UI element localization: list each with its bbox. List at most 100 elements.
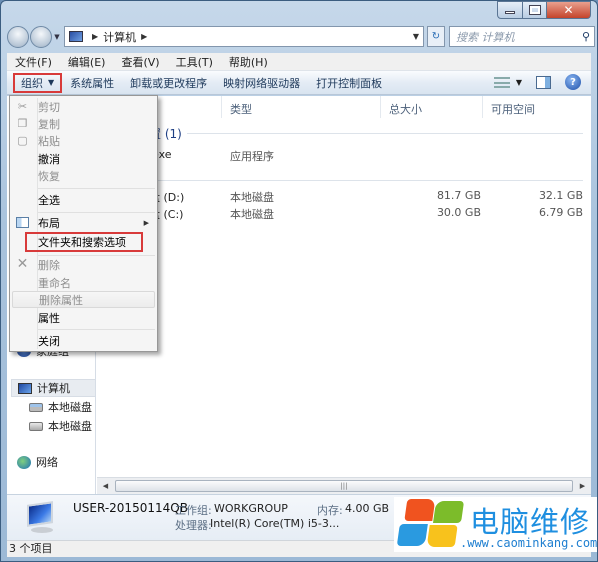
address-bar[interactable]: ▶ 计算机 ▶ ▼: [64, 26, 424, 47]
watermark-url: .www.caominkang.com: [460, 536, 598, 550]
search-icon[interactable]: ⚲: [582, 30, 590, 43]
nav-network-label: 网络: [36, 456, 58, 469]
menu-item-redo[interactable]: 恢复: [10, 167, 157, 184]
refresh-button[interactable]: ↻: [427, 26, 445, 47]
explorer-window: ✕ ▼ ▶ 计算机 ▶ ▼ ↻ 搜索 计算机 ⚲ 文件(F) 编辑(E) 查看(…: [0, 0, 598, 562]
change-view-button[interactable]: ▼: [493, 76, 522, 88]
paste-icon: ▢: [17, 134, 28, 147]
column-header-type[interactable]: 类型: [230, 101, 252, 117]
menu-separator: [38, 188, 155, 189]
menu-item-select-all[interactable]: 全选: [10, 191, 157, 208]
column-header-total-size[interactable]: 总大小: [389, 101, 422, 117]
uninstall-program-button[interactable]: 卸载或更改程序: [122, 72, 215, 94]
nav-drive-c[interactable]: 本地磁盘 (C: [29, 399, 95, 415]
file-list: 类型 总大小 可用空间 置 (1) exe 应用程序 盘 (D:) 本地磁盘 8…: [97, 96, 591, 494]
scissors-icon: ✂: [17, 100, 28, 113]
window-controls: ✕: [497, 1, 591, 19]
minimize-button[interactable]: [497, 1, 523, 19]
menu-item-label: 关闭: [38, 334, 60, 348]
network-icon: [17, 455, 31, 469]
recent-pages-dropdown[interactable]: ▼: [53, 33, 61, 41]
menu-item-label: 粘贴: [38, 134, 60, 148]
menu-item-cut[interactable]: ✂ 剪切: [10, 98, 157, 115]
memory-value: 4.00 GB: [345, 502, 390, 515]
menu-item-label: 全选: [38, 193, 60, 207]
scroll-right-icon[interactable]: ▶: [574, 478, 591, 494]
open-control-panel-button[interactable]: 打开控制面板: [308, 72, 390, 94]
system-properties-button[interactable]: 系统属性: [62, 72, 122, 94]
drive-type: 本地磁盘: [230, 191, 274, 204]
chevron-down-icon: ▼: [515, 77, 522, 87]
menu-item-remove-properties[interactable]: 删除属性: [12, 291, 155, 308]
menu-separator: [38, 329, 155, 330]
menu-file[interactable]: 文件(F): [15, 54, 52, 70]
column-header-free-space[interactable]: 可用空间: [491, 101, 535, 117]
menu-item-folder-search-options[interactable]: 文件夹和搜索选项: [25, 232, 143, 252]
menu-view[interactable]: 查看(V): [121, 54, 159, 70]
organize-button[interactable]: 组织 ▼: [13, 72, 63, 93]
nav-computer[interactable]: 计算机: [11, 379, 95, 397]
menu-item-close[interactable]: 关闭: [10, 332, 157, 349]
menu-item-label: 剪切: [38, 100, 60, 114]
column-divider[interactable]: [380, 96, 381, 118]
column-divider[interactable]: [482, 96, 483, 118]
nav-drive-d-label: 本地磁盘 (D: [48, 420, 95, 433]
processor-label: 处理器:: [175, 519, 212, 532]
view-list-icon: [493, 76, 510, 88]
item-count: 3 个项目: [9, 542, 53, 555]
preview-pane-icon[interactable]: [536, 75, 551, 89]
chevron-down-icon: ▼: [48, 78, 55, 87]
command-bar: 组织 ▼ 系统属性 卸载或更改程序 映射网络驱动器 打开控制面板 ▼ ?: [7, 71, 591, 95]
back-button[interactable]: [7, 26, 29, 48]
help-icon[interactable]: ?: [565, 74, 581, 90]
app-type: 应用程序: [230, 150, 274, 163]
breadcrumb-separator-icon[interactable]: ▶: [141, 32, 147, 41]
menu-bar: 文件(F) 编辑(E) 查看(V) 工具(T) 帮助(H): [7, 53, 591, 71]
menu-help[interactable]: 帮助(H): [229, 54, 268, 70]
column-divider[interactable]: [221, 96, 222, 118]
address-dropdown-icon[interactable]: ▼: [413, 32, 419, 41]
menu-item-properties[interactable]: 属性: [10, 309, 157, 326]
scrollbar-thumb[interactable]: |||: [115, 480, 573, 492]
menu-edit[interactable]: 编辑(E): [68, 54, 106, 70]
view-controls: ▼ ?: [493, 74, 581, 90]
nav-computer-label: 计算机: [37, 382, 70, 395]
search-input[interactable]: 搜索 计算机 ⚲: [449, 26, 595, 47]
drive-type: 本地磁盘: [230, 208, 274, 221]
computer-name: USER-20150114QB: [73, 501, 188, 515]
windows-logo-icon: [396, 499, 466, 547]
search-placeholder: 搜索 计算机: [456, 30, 515, 44]
close-button[interactable]: ✕: [547, 1, 591, 19]
menu-item-undo[interactable]: 撤消: [10, 150, 157, 167]
menu-item-label: 复制: [38, 117, 60, 131]
forward-button[interactable]: [30, 26, 52, 48]
menu-item-label: 恢复: [38, 169, 60, 183]
nav-network[interactable]: 网络: [17, 454, 58, 470]
menu-item-label: 文件夹和搜索选项: [38, 236, 126, 249]
menu-item-layout[interactable]: 布局 ▶: [10, 214, 157, 231]
nav-drive-d[interactable]: 本地磁盘 (D: [29, 418, 95, 434]
layout-icon: [16, 217, 29, 230]
drive-total-size: 81.7 GB: [436, 189, 481, 202]
breadcrumb-separator-icon[interactable]: ▶: [92, 32, 98, 41]
navigation-row: ▼ ▶ 计算机 ▶ ▼ ↻ 搜索 计算机 ⚲: [7, 25, 595, 49]
map-network-drive-button[interactable]: 映射网络驱动器: [215, 72, 308, 94]
menu-item-copy[interactable]: ❐ 复制: [10, 115, 157, 132]
organize-menu: ✂ 剪切 ❐ 复制 ▢ 粘贴 撤消 恢复 全选 布局 ▶ 文件夹和搜索选项 ✕ …: [9, 95, 158, 352]
drive-free-space: 32.1 GB: [538, 189, 583, 202]
scroll-left-icon[interactable]: ◀: [97, 478, 114, 494]
drive-icon: [29, 421, 43, 431]
minimize-icon: [505, 11, 515, 14]
maximize-button[interactable]: [523, 1, 547, 19]
watermark-title: 电脑维修: [470, 505, 591, 539]
menu-item-delete[interactable]: ✕ 删除: [10, 256, 157, 273]
menu-tools[interactable]: 工具(T): [176, 54, 213, 70]
menu-item-rename[interactable]: 重命名: [10, 274, 157, 291]
drive-total-size: 30.0 GB: [436, 206, 481, 219]
breadcrumb-computer[interactable]: 计算机: [103, 29, 136, 45]
group-divider: [147, 180, 583, 181]
horizontal-scrollbar[interactable]: ◀ ||| ▶: [97, 477, 591, 494]
menu-item-label: 删除属性: [39, 293, 83, 307]
menu-item-paste[interactable]: ▢ 粘贴: [10, 132, 157, 149]
menu-item-label: 撤消: [38, 152, 60, 166]
